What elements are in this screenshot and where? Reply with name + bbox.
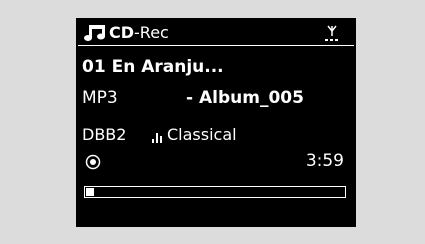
music-note-icon bbox=[84, 25, 105, 41]
dbb-level: DBB2 bbox=[82, 125, 127, 144]
album-name: - Album_005 bbox=[186, 88, 304, 108]
source-title-rest: -Rec bbox=[134, 23, 169, 42]
equalizer-preset: Classical bbox=[167, 125, 237, 144]
elapsed-time: 3:59 bbox=[305, 151, 344, 171]
header-divider bbox=[78, 45, 354, 46]
source-title-bold: CD bbox=[109, 23, 135, 42]
file-format: MP3 bbox=[82, 88, 118, 108]
antenna-signal-icon bbox=[325, 25, 338, 41]
header-bar: CD-Rec bbox=[84, 23, 348, 43]
progress-bar bbox=[84, 186, 346, 198]
equalizer-icon bbox=[152, 133, 162, 143]
display-screen: CD-Rec 01 En Aranju... MP3 - Album_005 D… bbox=[76, 18, 356, 227]
track-title: 01 En Aranju... bbox=[82, 57, 224, 77]
source-title: CD-Rec bbox=[109, 23, 169, 43]
progress-fill bbox=[86, 188, 94, 196]
record-icon bbox=[85, 154, 101, 170]
